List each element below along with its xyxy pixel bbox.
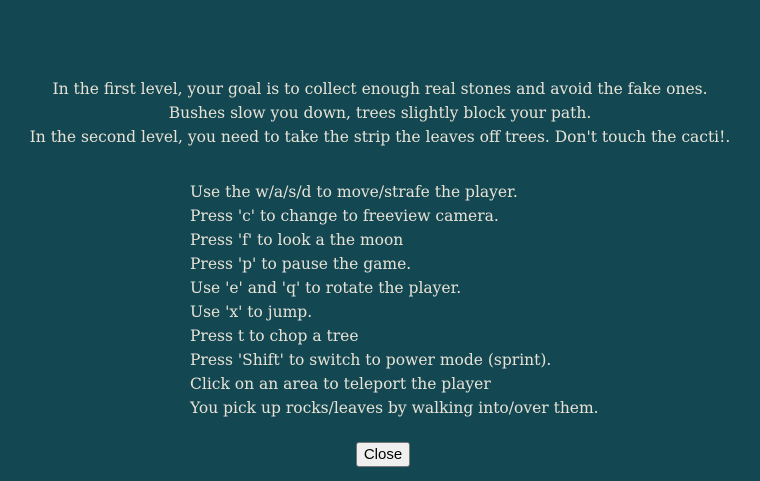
control-look-moon: Press 'f' to look a the moon [190,231,404,249]
close-button[interactable]: Close [356,442,410,467]
control-rotate: Use 'e' and 'q' to rotate the player. [190,279,462,297]
intro-line-level-two: In the second level, you need to take th… [29,128,731,146]
control-sprint: Press 'Shift' to switch to power mode (s… [190,351,552,369]
intro-line-obstacles: Bushes slow you down, trees slightly blo… [168,104,592,122]
control-freeview-camera: Press 'c' to change to freeview camera. [190,207,499,225]
instructions-intro: In the first level, your goal is to coll… [0,77,760,149]
intro-line-level-one: In the first level, your goal is to coll… [52,80,708,98]
control-chop-tree: Press t to chop a tree [190,327,359,345]
control-pause: Press 'p' to pause the game. [190,255,412,273]
control-move: Use the w/a/s/d to move/strafe the playe… [190,183,518,201]
control-teleport: Click on an area to teleport the player [190,375,491,393]
control-pick-up: You pick up rocks/leaves by walking into… [190,399,599,417]
controls-list: Use the w/a/s/d to move/strafe the playe… [190,180,599,420]
control-jump: Use 'x' to jump. [190,303,313,321]
